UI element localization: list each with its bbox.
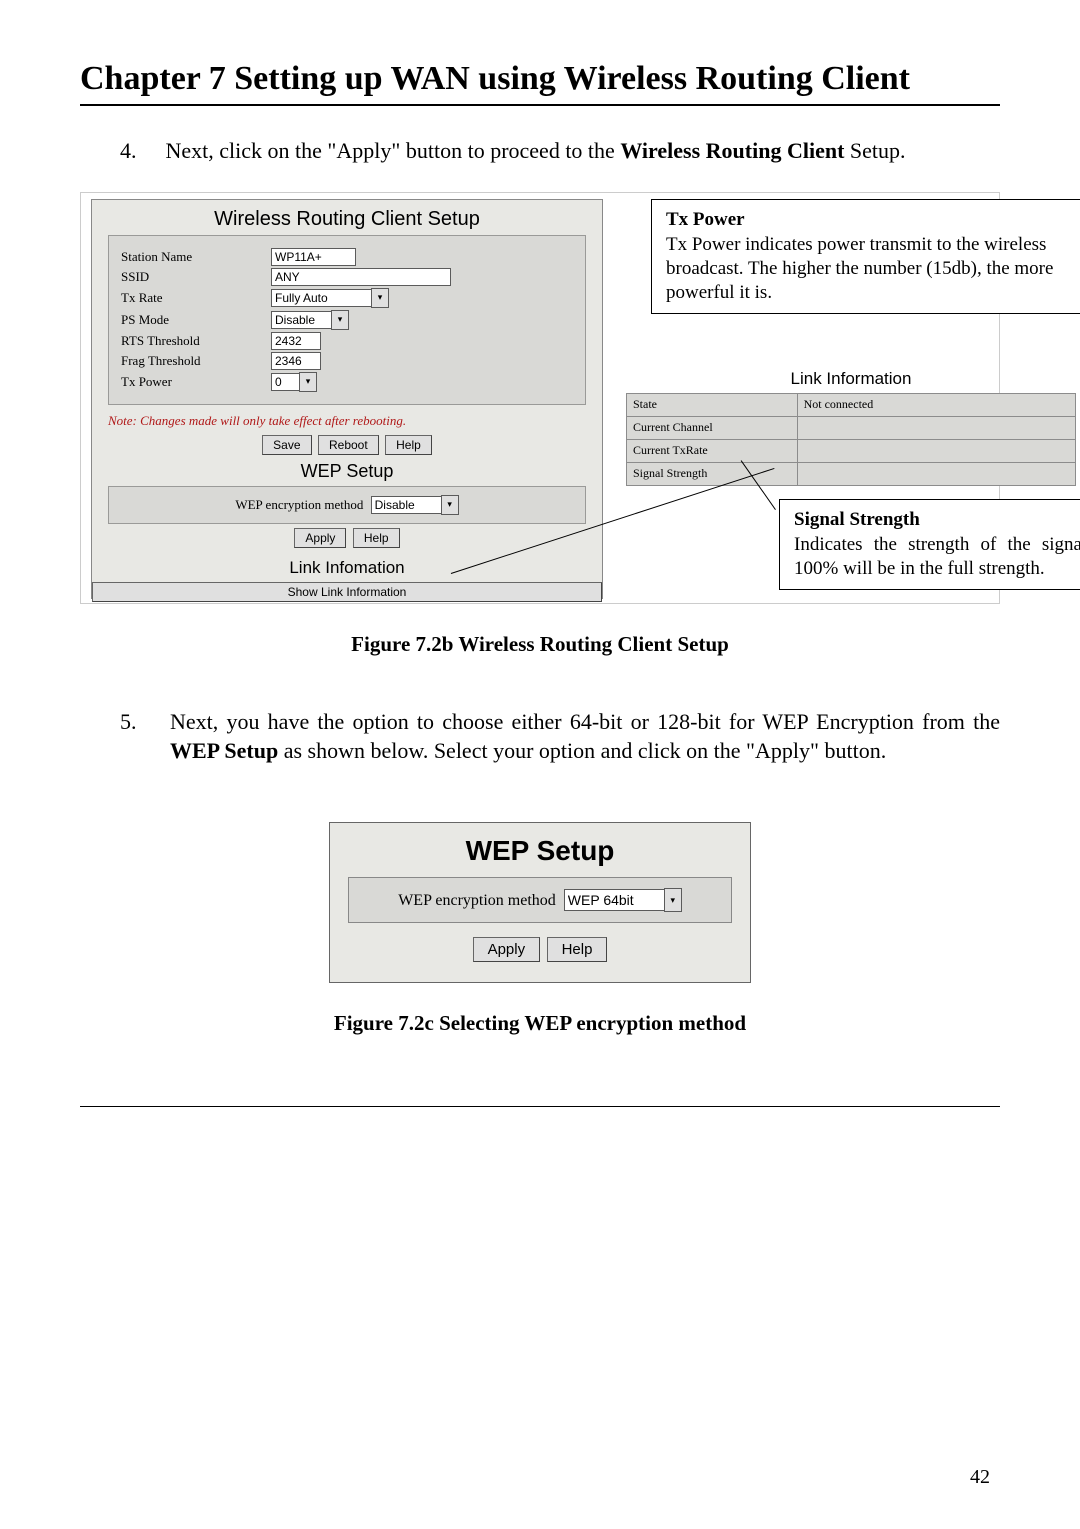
wrcs-form: Station Name SSID Tx Rate ▾ PS Mode	[108, 235, 586, 405]
link-info-heading: Link Infomation	[92, 558, 602, 578]
cell-key: Signal Strength	[627, 462, 798, 485]
reboot-button[interactable]: Reboot	[318, 435, 379, 455]
wrcs-panel: Wireless Routing Client Setup Station Na…	[91, 199, 603, 599]
select-wep-method[interactable]	[371, 496, 441, 514]
callout-body: Tx Power indicates power transmit to the…	[666, 234, 1053, 303]
cell-val	[797, 462, 1075, 485]
row-tx-rate: Tx Rate ▾	[121, 288, 573, 308]
show-link-info-button[interactable]: Show Link Information	[92, 582, 602, 602]
row-ps-mode: PS Mode ▾	[121, 310, 573, 330]
callout-title: Tx Power	[666, 208, 1066, 232]
chevron-down-icon[interactable]: ▾	[331, 310, 349, 330]
step-4-text-a: Next, click on the "Apply" button to pro…	[166, 138, 621, 163]
wep-button-row: Apply Help	[92, 528, 602, 548]
wep-setup-heading: WEP Setup	[92, 461, 602, 482]
chevron-down-icon[interactable]: ▾	[299, 372, 317, 392]
help-button[interactable]: Help	[353, 528, 400, 548]
table-row: Current TxRate	[627, 439, 1076, 462]
wep-method-label: WEP encryption method	[235, 497, 363, 512]
chapter-heading: Chapter 7 Setting up WAN using Wireless …	[80, 60, 1000, 98]
cell-key: Current TxRate	[627, 439, 798, 462]
figure-7-2c-caption: Figure 7.2c Selecting WEP encryption met…	[80, 1011, 1000, 1036]
callout-signal-strength: Signal Strength Indicates the strength o…	[779, 499, 1080, 590]
wep-button-row: Apply Help	[330, 937, 750, 962]
callout-body: Indicates the strength of the signal. 10…	[794, 534, 1080, 579]
label-ssid: SSID	[121, 269, 271, 285]
select-tx-power[interactable]	[271, 373, 299, 391]
heading-rule	[80, 104, 1000, 106]
figure-7-2b-caption: Figure 7.2b Wireless Routing Client Setu…	[80, 632, 1000, 657]
step-4-text-b: Setup.	[844, 138, 905, 163]
help-button[interactable]: Help	[547, 937, 608, 962]
label-ps-mode: PS Mode	[121, 312, 271, 328]
input-ssid[interactable]	[271, 268, 451, 286]
footer-rule	[80, 1106, 1000, 1107]
cell-key: State	[627, 393, 798, 416]
figure-7-2c: WEP Setup WEP encryption method ▾ Apply …	[329, 822, 751, 983]
label-station-name: Station Name	[121, 249, 271, 265]
wrcs-title: Wireless Routing Client Setup	[92, 208, 602, 231]
link-info-table-panel: Link Information State Not connected Cur…	[626, 369, 1076, 486]
chevron-down-icon[interactable]: ▾	[441, 495, 459, 515]
cell-val: Not connected	[797, 393, 1075, 416]
input-frag[interactable]	[271, 352, 321, 370]
apply-button[interactable]: Apply	[294, 528, 346, 548]
save-button[interactable]: Save	[262, 435, 311, 455]
table-row: Current Channel	[627, 416, 1076, 439]
label-rts: RTS Threshold	[121, 333, 271, 349]
link-info-table: State Not connected Current Channel Curr…	[626, 393, 1076, 486]
cell-val	[797, 439, 1075, 462]
cell-key: Current Channel	[627, 416, 798, 439]
label-frag: Frag Threshold	[121, 353, 271, 369]
select-ps-mode[interactable]	[271, 311, 331, 329]
row-station-name: Station Name	[121, 248, 573, 266]
step-number: 4.	[120, 136, 160, 166]
page-number: 42	[970, 1466, 990, 1489]
row-tx-power: Tx Power ▾	[121, 372, 573, 392]
apply-button[interactable]: Apply	[473, 937, 541, 962]
wep-method-label: WEP encryption method	[398, 892, 556, 909]
wep-method-box: WEP encryption method ▾	[348, 877, 732, 923]
callout-title: Signal Strength	[794, 508, 1080, 532]
step-5-paragraph: 5.Next, you have the option to choose ei…	[170, 707, 1000, 766]
cell-val	[797, 416, 1075, 439]
row-ssid: SSID	[121, 268, 573, 286]
wep-setup-box: WEP encryption method ▾	[108, 486, 586, 524]
input-rts[interactable]	[271, 332, 321, 350]
wrcs-button-row: Save Reboot Help	[92, 435, 602, 455]
label-tx-rate: Tx Rate	[121, 290, 271, 306]
step-5-text-a: Next, you have the option to choose eith…	[170, 709, 1000, 734]
chevron-down-icon[interactable]: ▾	[371, 288, 389, 308]
step-4-paragraph: 4. Next, click on the "Apply" button to …	[80, 136, 1000, 166]
select-wep-method[interactable]	[564, 889, 664, 911]
callout-tx-power: Tx Power Tx Power indicates power transm…	[651, 199, 1080, 314]
step-4-bold: Wireless Routing Client	[620, 138, 844, 163]
reboot-note: Note: Changes made will only take effect…	[108, 413, 602, 429]
table-row: State Not connected	[627, 393, 1076, 416]
figure-7-2b: Wireless Routing Client Setup Station Na…	[80, 192, 1000, 604]
select-tx-rate[interactable]	[271, 289, 371, 307]
label-tx-power: Tx Power	[121, 374, 271, 390]
help-button[interactable]: Help	[385, 435, 432, 455]
row-frag: Frag Threshold	[121, 352, 573, 370]
step-number: 5.	[120, 707, 170, 737]
input-station-name[interactable]	[271, 248, 356, 266]
step-5-bold: WEP Setup	[170, 738, 278, 763]
chevron-down-icon[interactable]: ▾	[664, 888, 682, 912]
link-info-title: Link Information	[626, 369, 1076, 389]
table-row: Signal Strength	[627, 462, 1076, 485]
step-5-text-b: as shown below. Select your option and c…	[278, 738, 886, 763]
wep-setup-title: WEP Setup	[330, 835, 750, 867]
row-rts: RTS Threshold	[121, 332, 573, 350]
